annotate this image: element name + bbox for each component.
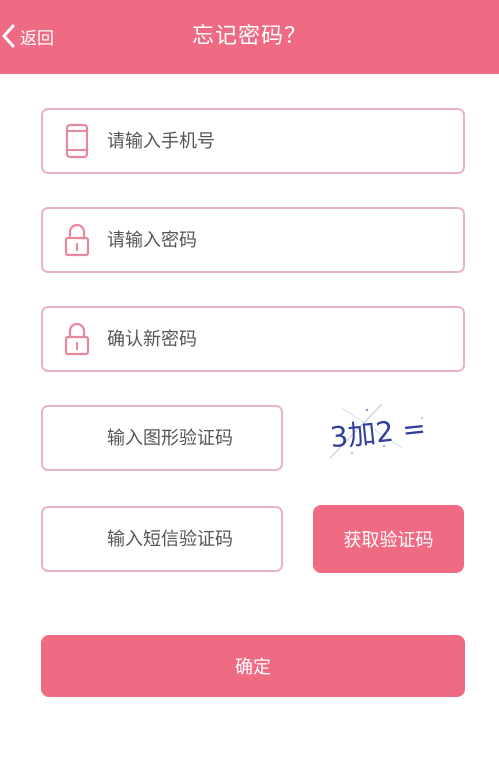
get-code-button[interactable]: 获取验证码 — [313, 505, 464, 573]
phone-input[interactable] — [107, 130, 407, 152]
lock-icon — [59, 319, 95, 359]
image-code-input[interactable] — [107, 427, 277, 449]
password-input[interactable] — [107, 229, 407, 251]
confirm-password-field[interactable] — [41, 306, 465, 372]
confirm-button[interactable]: 确定 — [41, 635, 465, 697]
phone-icon — [59, 121, 95, 161]
app: 返回 忘记密码？ 请输入手机号 输入图形验证码 3加2 = 输入短信验证码 获取… — [0, 0, 499, 768]
captcha-image[interactable]: 3加2 = — [322, 398, 462, 464]
page-title: 忘记密码？ — [191, 24, 307, 49]
sms-code-field[interactable] — [41, 506, 283, 572]
sms-code-input[interactable] — [107, 528, 277, 550]
header-bar: 返回 忘记密码？ — [0, 0, 499, 74]
image-code-field[interactable] — [41, 405, 283, 471]
password-field[interactable] — [41, 207, 465, 273]
confirm-password-input[interactable] — [107, 328, 407, 350]
captcha-text: 3加2 = — [329, 411, 428, 454]
lock-icon — [59, 220, 95, 260]
phone-field[interactable] — [41, 108, 465, 174]
